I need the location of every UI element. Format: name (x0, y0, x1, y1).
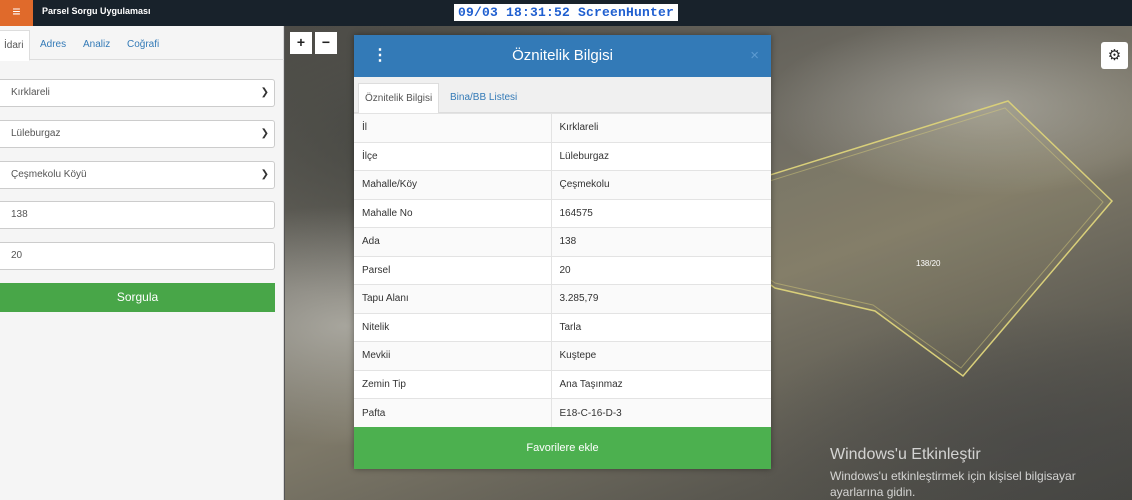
table-row: Pafta E18-C-16-D-3 (354, 398, 771, 427)
gear-icon: ⚙ (1107, 47, 1122, 64)
attribute-value: Tarla (550, 312, 771, 342)
app-title: Parsel Sorgu Uygulaması (42, 6, 151, 16)
attribute-value: 3.285,79 (550, 284, 771, 313)
screenhunter-timestamp: 09/03 18:31:52 ScreenHunter (454, 4, 679, 21)
attribute-key: Parsel (354, 255, 551, 285)
modal-tabs: Öznitelik Bilgisi Bina/BB Listesi (354, 77, 771, 114)
attribute-key: Pafta (354, 398, 551, 427)
modal-header: ⋮ Öznitelik Bilgisi × (354, 35, 771, 77)
zoom-in-button[interactable]: + (290, 32, 312, 54)
attribute-table: İl Kırklareli İlçe Lüleburgaz Mahalle/Köy Çeş… (354, 113, 771, 427)
attribute-key: Ada (354, 227, 551, 256)
table-row: İlçe Lüleburgaz (354, 141, 771, 171)
tab-analiz[interactable]: Analiz (83, 30, 110, 60)
mahalle-select-value: Çeşmekolu Köyü (11, 169, 87, 180)
table-row: Mevkii Kuştepe (354, 341, 771, 370)
il-select[interactable]: Kırklareli ❯ (0, 79, 275, 107)
zoom-out-button[interactable]: − (315, 32, 337, 54)
chevron-down-icon: ❯ (260, 128, 269, 139)
windows-activation-title: Windows'u Etkinleştir (830, 446, 981, 463)
il-select-value: Kırklareli (11, 87, 50, 98)
chevron-down-icon: ❯ (260, 169, 269, 180)
add-to-favorites-button[interactable]: Favorilere ekle (354, 427, 771, 469)
sidebar: İdari Adres Analiz Coğrafi Kırklareli ❯ … (0, 26, 284, 500)
parsel-input[interactable]: 20 (0, 242, 275, 270)
modal-title: Öznitelik Bilgisi (512, 47, 613, 64)
ada-input[interactable]: 138 (0, 201, 275, 229)
parcel-label: 138/20 (916, 259, 941, 268)
chevron-down-icon: ❯ (260, 87, 269, 98)
attribute-key: Tapu Alanı (354, 284, 551, 313)
attribute-key: Nitelik (354, 312, 551, 342)
parsel-input-value: 20 (11, 250, 23, 261)
menu-button[interactable]: ≡ (0, 0, 33, 26)
attribute-value: Lüleburgaz (550, 141, 771, 171)
ilce-select-value: Lüleburgaz (11, 128, 61, 139)
ada-input-value: 138 (11, 209, 28, 220)
table-row: Mahalle/Köy Çeşmekolu (354, 170, 771, 199)
attribute-value: Kırklareli (550, 113, 771, 142)
ilce-select[interactable]: Lüleburgaz ❯ (0, 120, 275, 148)
settings-button[interactable]: ⚙ (1101, 42, 1128, 69)
tab-oznitelik-bilgisi[interactable]: Öznitelik Bilgisi (358, 83, 440, 114)
attribute-value: E18-C-16-D-3 (550, 398, 771, 427)
attribute-key: İlçe (354, 141, 551, 171)
hamburger-icon: ≡ (12, 3, 21, 19)
table-row: Nitelik Tarla (354, 312, 771, 342)
mahalle-select[interactable]: Çeşmekolu Köyü ❯ (0, 161, 275, 189)
attribute-key: Mevkii (354, 341, 551, 370)
attribute-value: Çeşmekolu (550, 170, 771, 199)
attribute-value: 20 (550, 255, 771, 285)
windows-activation-subtitle: Windows'u etkinleştirmek için kişisel bi… (830, 469, 1076, 499)
table-row: Parsel 20 (354, 255, 771, 285)
sidebar-tabs: İdari Adres Analiz Coğrafi (0, 30, 284, 61)
attribute-key: Zemin Tip (354, 369, 551, 399)
close-icon[interactable]: × (750, 47, 759, 64)
attribute-key: İl (354, 113, 551, 142)
attribute-value: 164575 (550, 198, 771, 228)
attribute-key: Mahalle No (354, 198, 551, 228)
attribute-value: Kuştepe (550, 341, 771, 370)
table-row: Zemin Tip Ana Taşınmaz (354, 369, 771, 399)
attribute-value: Ana Taşınmaz (550, 369, 771, 399)
table-row: Ada 138 (354, 227, 771, 256)
query-button[interactable]: Sorgula (0, 283, 275, 312)
tab-idari[interactable]: İdari (0, 30, 31, 61)
tab-cografi[interactable]: Coğrafi (127, 30, 159, 60)
table-row: Mahalle No 164575 (354, 198, 771, 228)
tab-bina-listesi[interactable]: Bina/BB Listesi (450, 83, 517, 113)
tab-adres[interactable]: Adres (40, 30, 66, 60)
table-row: Tapu Alanı 3.285,79 (354, 284, 771, 313)
table-row: İl Kırklareli (354, 113, 771, 142)
attribute-key: Mahalle/Köy (354, 170, 551, 199)
attribute-value: 138 (550, 227, 771, 256)
parcel-outline[interactable] (724, 100, 1114, 378)
attribute-modal: ⋮ Öznitelik Bilgisi × Öznitelik Bilgisi … (354, 35, 771, 469)
